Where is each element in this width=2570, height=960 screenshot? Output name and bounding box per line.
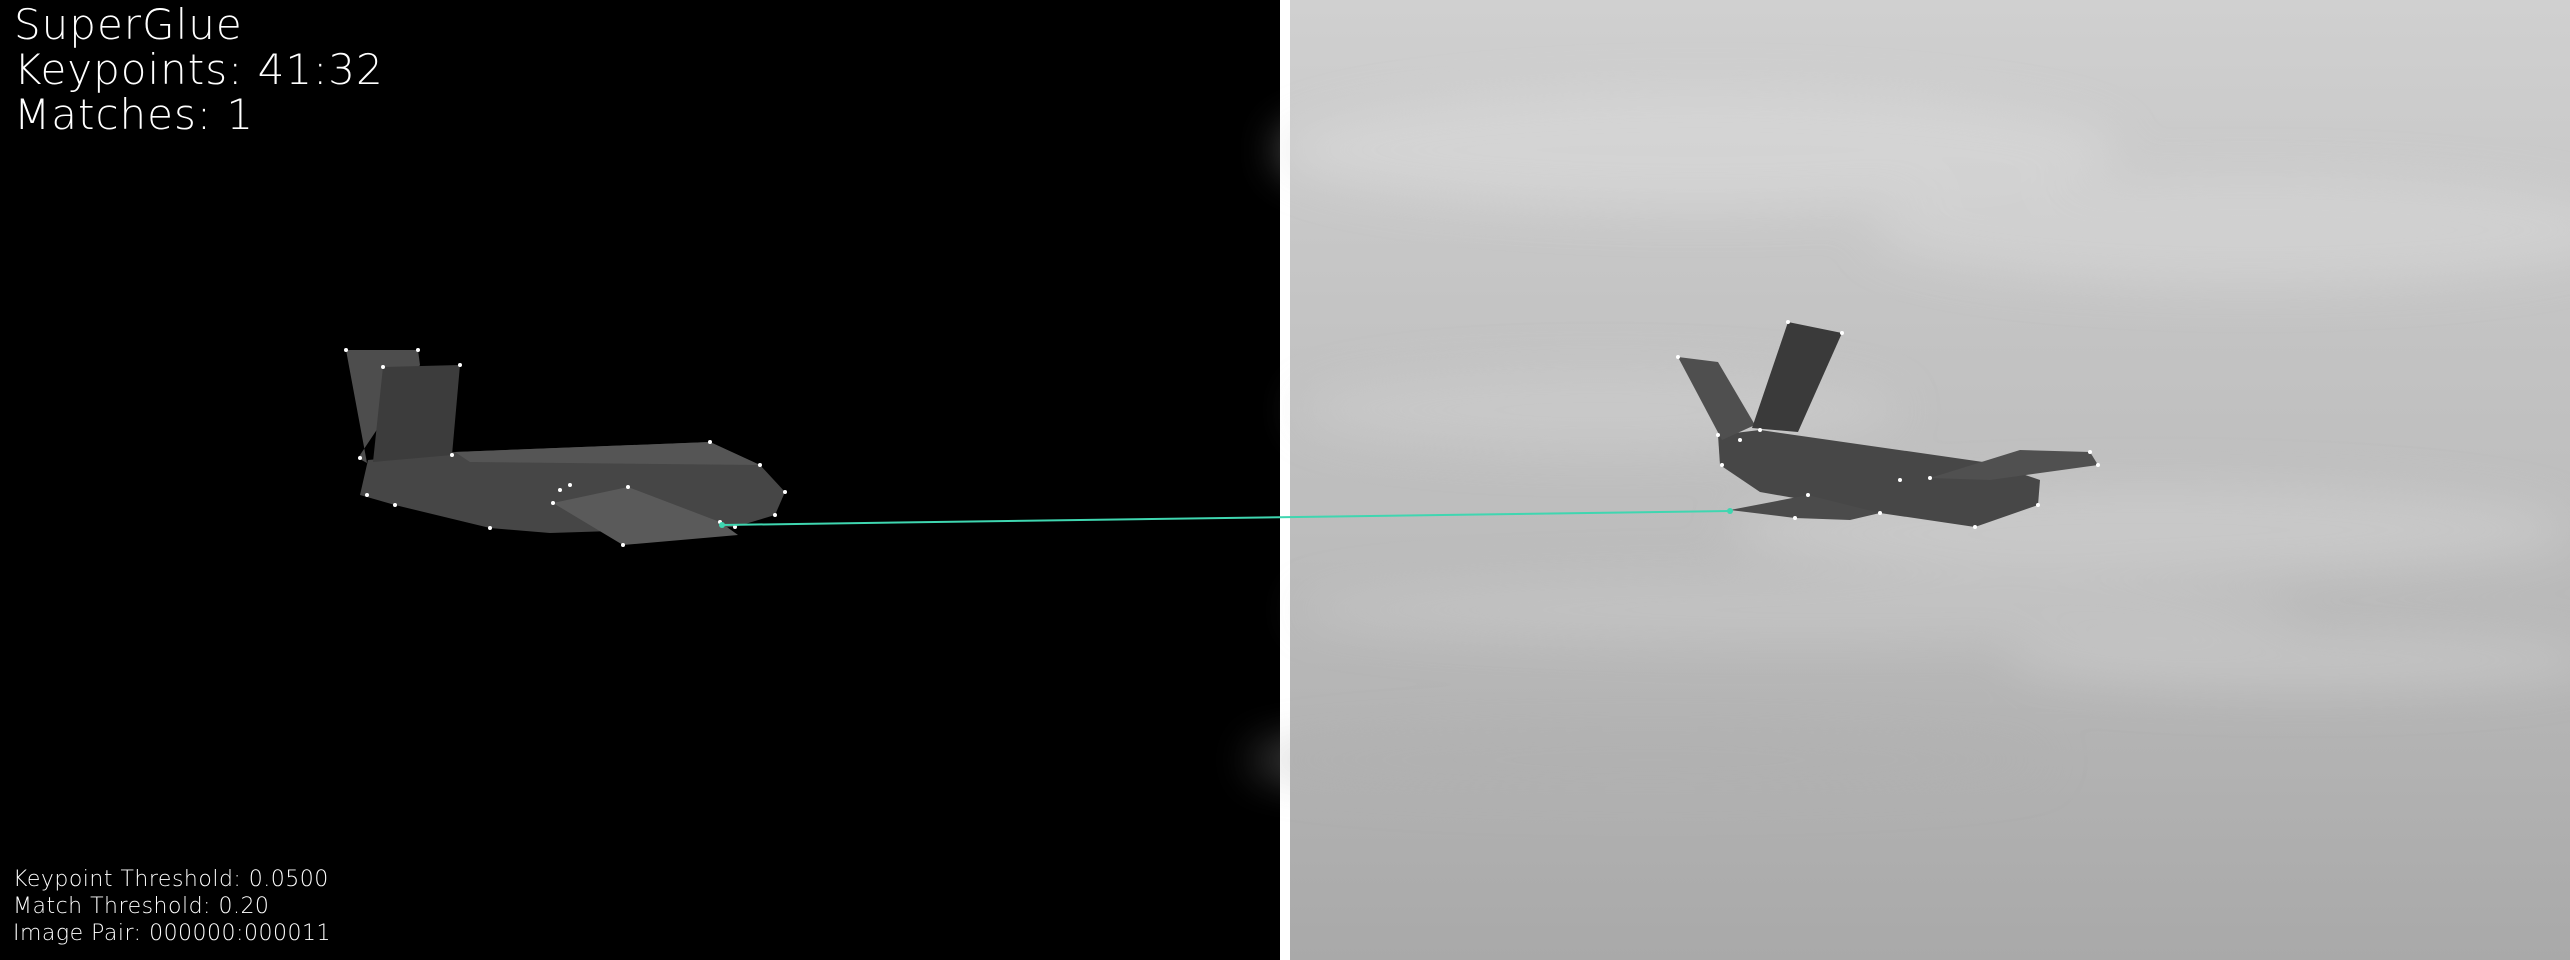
hud-top-overlay: SuperGlue Keypoints: 41:32 Matches: 1 (14, 2, 384, 137)
superglue-match-visualization (0, 0, 2570, 960)
matches-count-text: Matches: 1 (14, 90, 255, 139)
keypoints-count-text: Keypoints: 41:32 (14, 45, 384, 94)
hud-bottom-overlay: Keypoint Threshold: 0.0500 Match Thresho… (13, 866, 331, 947)
keypoint-threshold-text: Keypoint Threshold: 0.0500 (13, 867, 329, 892)
image-pair-text: Image Pair: 000000:000011 (13, 921, 331, 946)
match-threshold-text: Match Threshold: 0.20 (13, 894, 270, 919)
left-aircraft-vertical-stabilizer (373, 365, 460, 462)
title-text: SuperGlue (14, 0, 243, 49)
